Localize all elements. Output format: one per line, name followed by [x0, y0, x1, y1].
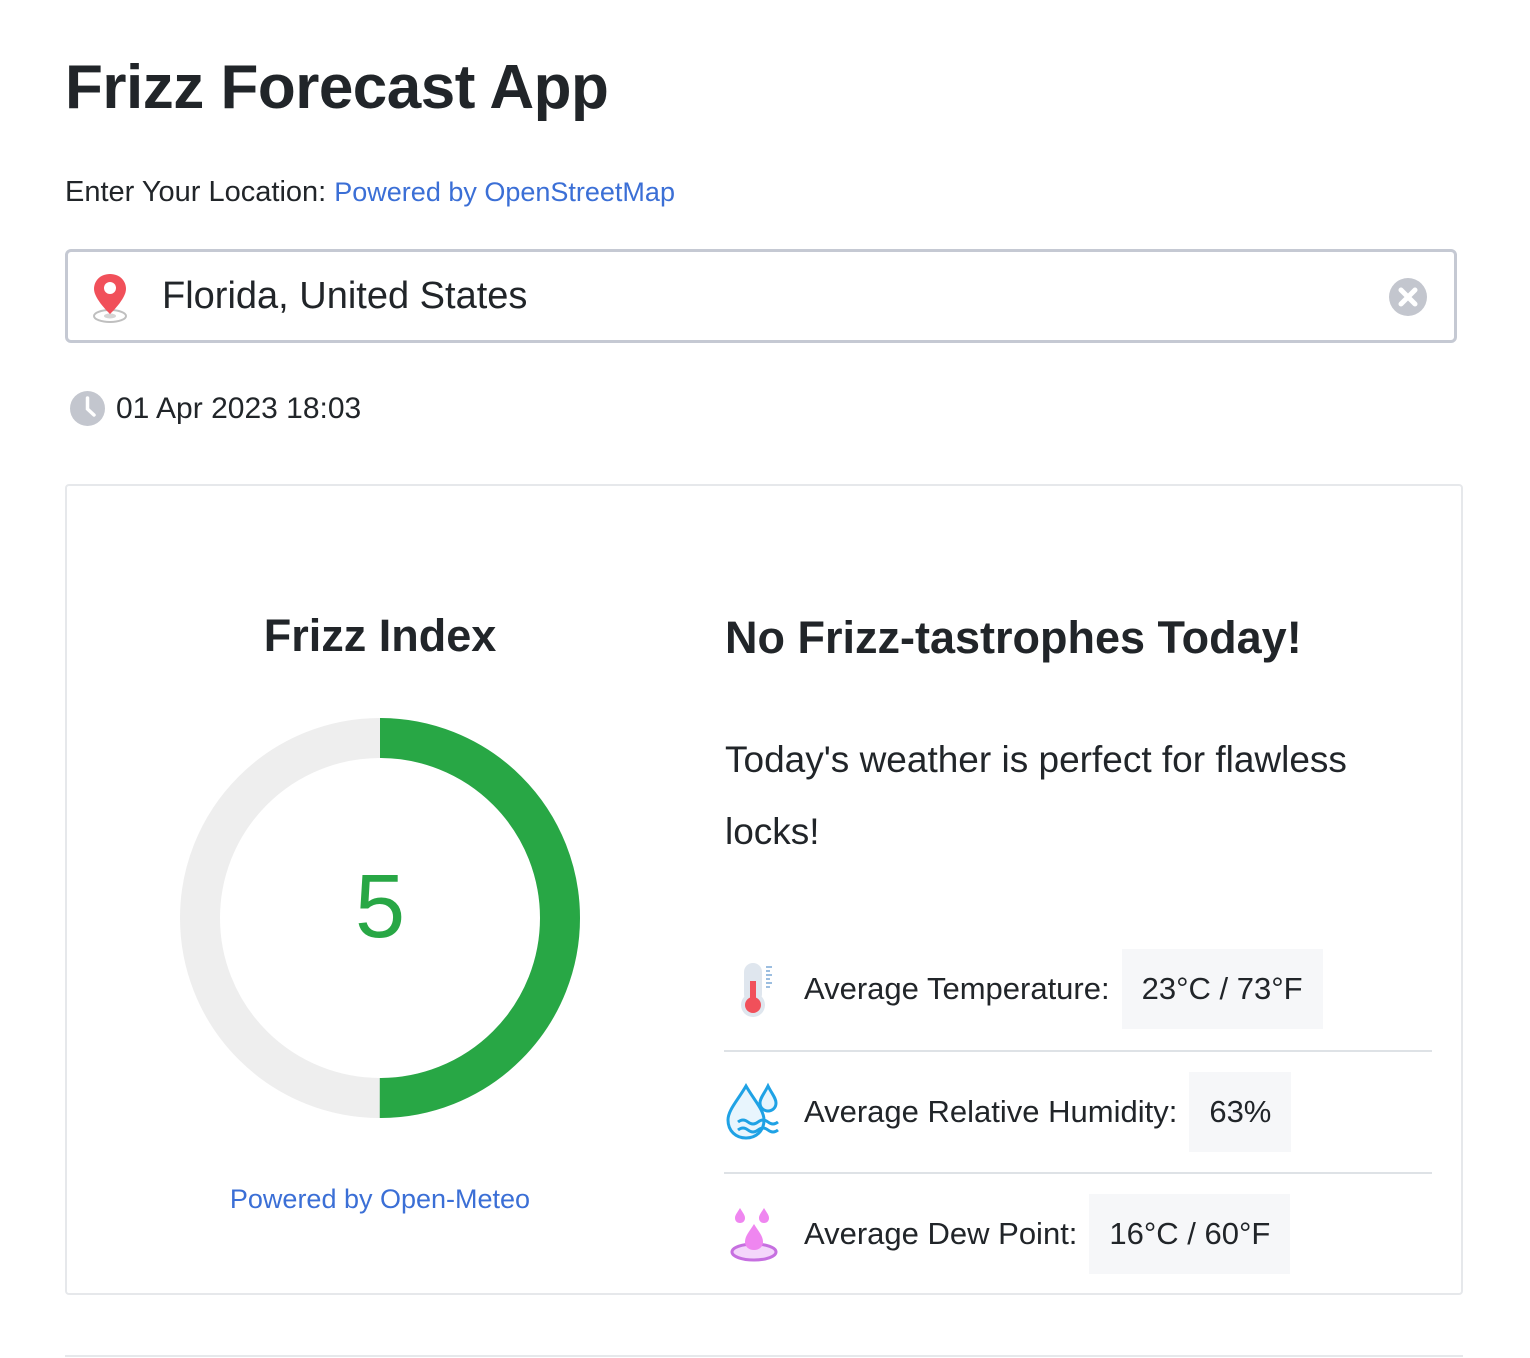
stat-value: 16°C / 60°F	[1089, 1194, 1291, 1274]
clear-icon[interactable]	[1388, 277, 1428, 317]
forecast-title: No Frizz-tastrophes Today!	[725, 612, 1302, 663]
forecast-message: Today's weather is perfect for flawless …	[725, 739, 1347, 852]
stat-dew-point: Average Dew Point: 16°C / 60°F	[724, 1172, 1432, 1294]
humidity-icon	[726, 1082, 779, 1140]
weather-stats: Average Temperature: 23°C / 73°F Average…	[724, 928, 1432, 1294]
location-label: Enter Your Location:	[65, 176, 327, 208]
app-title: Frizz Forecast App	[65, 53, 609, 122]
stat-label: Average Temperature:	[804, 971, 1110, 1006]
timestamp-row: 01 Apr 2023 18:03	[69, 390, 361, 427]
stat-temperature: Average Temperature: 23°C / 73°F	[724, 928, 1432, 1050]
frizz-index-title: Frizz Index	[263, 610, 497, 661]
map-pin-icon	[93, 274, 127, 323]
location-label-row: Enter Your Location: Powered by OpenStre…	[65, 176, 675, 209]
stat-value: 63%	[1189, 1072, 1292, 1152]
frizz-index-value: 5	[354, 857, 406, 957]
stat-value: 23°C / 73°F	[1121, 949, 1323, 1029]
thermometer-icon	[741, 963, 772, 1017]
stat-label: Average Dew Point:	[804, 1216, 1078, 1251]
openstreetmap-link[interactable]: Powered by OpenStreetMap	[334, 177, 675, 207]
timestamp: 01 Apr 2023 18:03	[116, 391, 362, 425]
location-search-box	[65, 249, 1457, 343]
dew-point-icon	[730, 1208, 778, 1262]
clock-icon	[70, 391, 105, 426]
stat-humidity: Average Relative Humidity: 63%	[724, 1050, 1432, 1172]
location-input[interactable]	[162, 266, 1362, 326]
divider	[65, 1355, 1463, 1357]
open-meteo-link[interactable]: Powered by Open-Meteo	[180, 1184, 580, 1215]
stat-label: Average Relative Humidity:	[804, 1094, 1178, 1129]
